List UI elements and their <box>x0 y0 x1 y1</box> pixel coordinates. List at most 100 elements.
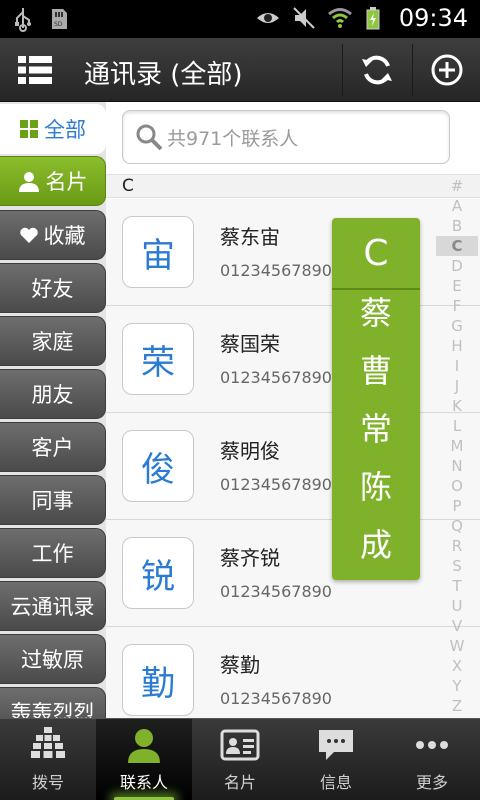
contact-row[interactable]: 勤 蔡勤 01234567890 <box>106 627 480 718</box>
sidebar-item-label: 云通讯录 <box>10 595 95 619</box>
title-bar: 通讯录 (全部) <box>0 38 480 102</box>
overlay-surname[interactable]: 曹 <box>332 340 420 398</box>
alphabet-index[interactable]: # A B C D E F G H I J K L M N O P Q R S … <box>434 176 480 716</box>
index-letter-current[interactable]: C <box>436 236 478 256</box>
index-letter[interactable]: L <box>434 416 480 436</box>
contact-name: 蔡明俊 <box>220 439 280 463</box>
sidebar-item-label: 朋友 <box>31 383 74 407</box>
list-menu-icon <box>18 56 52 84</box>
sync-button[interactable] <box>343 38 411 102</box>
index-letter[interactable]: A <box>434 196 480 216</box>
contact-row[interactable]: 宙 蔡东宙 01234567890 <box>106 199 480 306</box>
menu-button[interactable] <box>0 38 70 102</box>
index-letter[interactable]: I <box>434 356 480 376</box>
sidebar-item-label: 全部 <box>44 118 86 142</box>
index-letter[interactable]: J <box>434 376 480 396</box>
overlay-letter: C <box>332 218 420 290</box>
sidebar-item-allergens[interactable]: 过敏原 <box>0 634 106 684</box>
contact-name: 蔡勤 <box>220 653 260 677</box>
dialpad-icon <box>31 727 65 758</box>
contact-row[interactable]: 俊 蔡明俊 01234567890 <box>106 413 480 520</box>
sidebar-item-custom[interactable]: 轰轰烈烈 <box>0 687 106 718</box>
sd-card-icon: SD <box>52 9 67 29</box>
contact-phone: 01234567890 <box>220 582 332 601</box>
overlay-surname[interactable]: 常 <box>332 398 420 456</box>
contact-row[interactable]: 荣 蔡国荣 01234567890 <box>106 306 480 413</box>
more-icon <box>416 741 448 749</box>
index-letter[interactable]: S <box>434 556 480 576</box>
index-letter[interactable]: Q <box>434 516 480 536</box>
contact-row[interactable]: 锐 蔡齐锐 01234567890 <box>106 520 480 627</box>
overlay-surname[interactable]: 蔡 <box>332 282 420 340</box>
svg-text:SD: SD <box>54 21 63 28</box>
sidebar-item-label: 客户 <box>31 436 74 460</box>
sidebar-item-label: 收藏 <box>43 224 86 248</box>
index-letter[interactable]: X <box>434 656 480 676</box>
sidebar-item-label: 过敏原 <box>21 648 84 672</box>
tab-cards[interactable]: 名片 <box>192 719 288 800</box>
index-letter[interactable]: F <box>434 296 480 316</box>
index-letter[interactable]: W <box>434 636 480 656</box>
index-letter[interactable]: G <box>434 316 480 336</box>
heart-icon <box>19 227 38 243</box>
sidebar-item-work[interactable]: 工作 <box>0 528 106 578</box>
add-contact-button[interactable] <box>413 38 480 102</box>
index-letter[interactable]: R <box>434 536 480 556</box>
avatar: 俊 <box>122 430 194 502</box>
index-letter[interactable]: V <box>434 616 480 636</box>
battery-icon <box>366 7 380 30</box>
sidebar-item-all[interactable]: 全部 <box>0 104 106 154</box>
tab-contacts[interactable]: 联系人 <box>96 719 192 800</box>
tab-more[interactable]: 更多 <box>384 719 480 800</box>
sidebar-item-family[interactable]: 家庭 <box>0 316 106 366</box>
index-letter[interactable]: M <box>434 436 480 456</box>
sidebar-item-clients[interactable]: 客户 <box>0 422 106 472</box>
index-letter[interactable]: H <box>434 336 480 356</box>
index-letter[interactable]: D <box>434 256 480 276</box>
index-letter[interactable]: # <box>434 176 480 196</box>
search-placeholder: 共971个联系人 <box>167 127 299 150</box>
index-letter[interactable]: U <box>434 596 480 616</box>
tab-label: 更多 <box>415 773 448 792</box>
index-letter[interactable]: N <box>434 456 480 476</box>
sidebar-item-label: 工作 <box>31 542 74 566</box>
search-input[interactable]: 共971个联系人 <box>122 110 450 164</box>
sidebar-item-label: 好友 <box>31 277 74 301</box>
sidebar-item-cards[interactable]: 名片 <box>0 156 106 206</box>
index-letter[interactable]: E <box>434 276 480 296</box>
overlay-surname[interactable]: 成 <box>332 514 420 572</box>
person-icon <box>128 729 160 763</box>
tab-messages[interactable]: 信息 <box>288 719 384 800</box>
index-letter[interactable]: Z <box>434 696 480 716</box>
usb-icon <box>15 8 31 32</box>
index-letter[interactable]: B <box>434 216 480 236</box>
avatar: 宙 <box>122 216 194 288</box>
contacts-screen: SD 09:34 通讯录 (全部) 全部 名片 收藏 好友 家庭 朋友 客户 同… <box>0 0 480 800</box>
page-title: 通讯录 (全部) <box>84 60 243 90</box>
status-time: 09:34 <box>398 4 468 32</box>
tab-dialer[interactable]: 拨号 <box>0 719 96 800</box>
eye-icon <box>256 13 279 23</box>
sidebar-item-label: 同事 <box>31 489 74 513</box>
sidebar-item-friends[interactable]: 好友 <box>0 263 106 313</box>
sidebar-item-label: 名片 <box>45 170 88 194</box>
sidebar-item-cloud-contacts[interactable]: 云通讯录 <box>0 581 106 631</box>
wifi-icon <box>327 8 352 28</box>
index-letter[interactable]: O <box>434 476 480 496</box>
contact-phone: 01234567890 <box>220 261 332 280</box>
index-letter[interactable]: K <box>434 396 480 416</box>
contact-name: 蔡齐锐 <box>220 546 280 570</box>
index-letter[interactable]: Y <box>434 676 480 696</box>
contact-name: 蔡东宙 <box>220 225 280 249</box>
business-card-icon <box>220 729 260 761</box>
sidebar-item-colleagues[interactable]: 同事 <box>0 475 106 525</box>
index-letter[interactable]: T <box>434 576 480 596</box>
add-icon <box>431 54 463 86</box>
sidebar-item-favorites[interactable]: 收藏 <box>0 210 106 260</box>
index-letter[interactable]: P <box>434 496 480 516</box>
contact-list: 共971个联系人 C 宙 蔡东宙 01234567890 荣 蔡国荣 01234… <box>106 102 480 718</box>
overlay-surname[interactable]: 陈 <box>332 456 420 514</box>
status-bar: SD 09:34 <box>0 0 480 38</box>
sidebar-item-pals[interactable]: 朋友 <box>0 369 106 419</box>
grid-icon <box>20 120 38 138</box>
